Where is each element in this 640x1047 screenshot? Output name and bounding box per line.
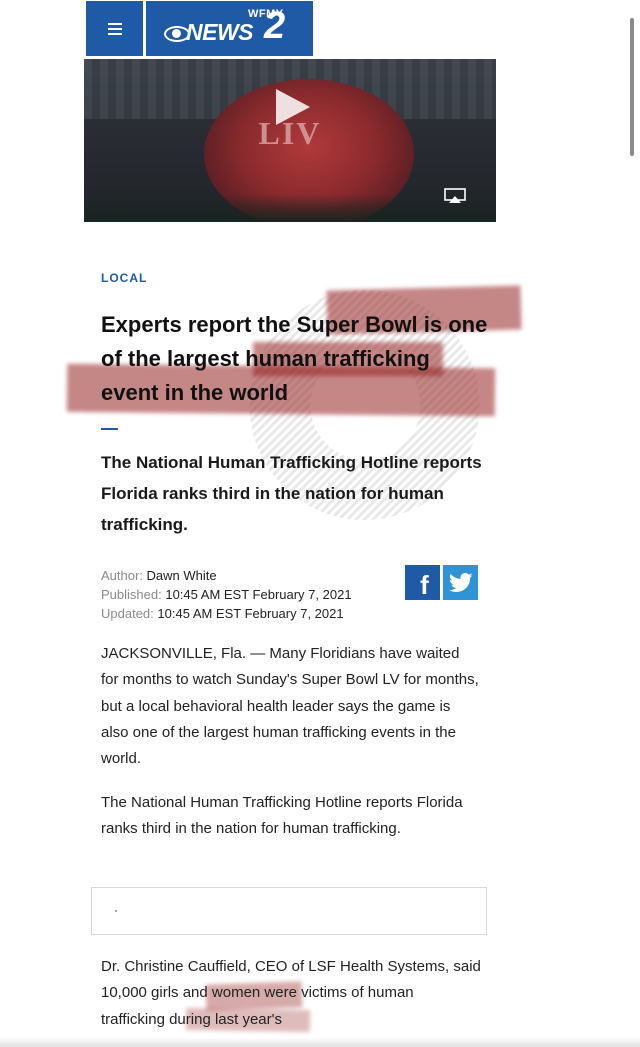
menu-button[interactable]	[86, 1, 143, 56]
headline-divider	[101, 428, 118, 430]
scrollbar[interactable]	[630, 18, 634, 156]
article-headline: Experts report the Super Bowl is one of …	[101, 312, 488, 405]
ad-loading-dot	[115, 910, 117, 912]
article-subheadline: The National Human Trafficking Hotline r…	[101, 453, 482, 534]
page: WFMY NEWS 2 LIV LOCAL Experts report the…	[0, 0, 640, 1047]
author-label: Author:	[101, 568, 143, 583]
logo-channel-number: 2	[264, 5, 286, 47]
twitter-share-button[interactable]	[443, 565, 478, 600]
hamburger-icon	[107, 22, 122, 35]
published-date: 10:45 AM EST February 7, 2021	[165, 587, 352, 602]
author-name: Dawn White	[146, 568, 217, 583]
published-label: Published:	[101, 587, 162, 602]
published-line: Published: 10:45 AM EST February 7, 2021	[101, 585, 352, 604]
station-logo[interactable]: WFMY NEWS 2	[146, 1, 313, 56]
facebook-icon: f	[420, 570, 429, 600]
article-paragraph: The National Human Trafficking Hotline r…	[101, 794, 463, 838]
updated-date: 10:45 AM EST February 7, 2021	[157, 606, 344, 621]
play-icon[interactable]	[276, 89, 310, 125]
facebook-share-button[interactable]: f	[405, 565, 440, 600]
updated-line: Updated: 10:45 AM EST February 7, 2021	[101, 604, 352, 623]
logo-brand: NEWS	[186, 19, 254, 45]
airplay-icon[interactable]	[444, 188, 466, 204]
article-paragraph: Dr. Christine Cauffield, CEO of LSF Heal…	[101, 958, 481, 1028]
updated-label: Updated:	[101, 606, 154, 621]
twitter-icon	[448, 572, 472, 592]
ad-placeholder	[91, 887, 487, 935]
bottom-edge	[0, 1037, 640, 1047]
video-foreground	[84, 194, 496, 222]
author-line: Author: Dawn White	[101, 566, 352, 585]
article-meta: Author: Dawn White Published: 10:45 AM E…	[101, 566, 352, 623]
section-label[interactable]: LOCAL	[101, 271, 147, 285]
video-player[interactable]: LIV	[84, 59, 496, 222]
article-paragraph: JACKSONVILLE, Fla. — Many Floridians hav…	[101, 645, 479, 768]
